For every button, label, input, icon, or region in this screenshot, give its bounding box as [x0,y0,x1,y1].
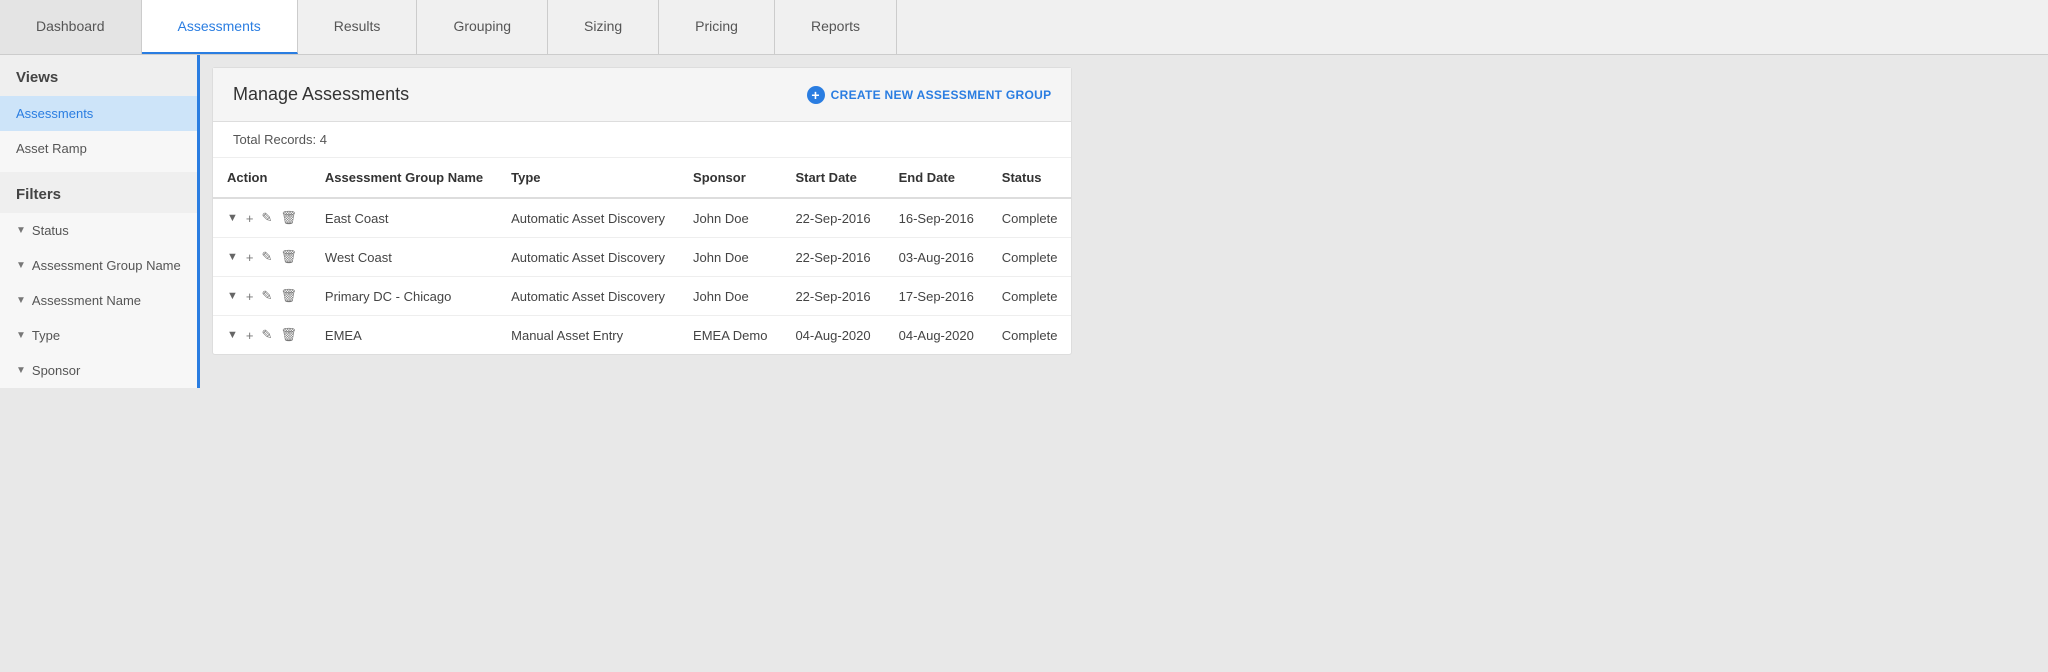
total-records: Total Records: 4 [213,122,1071,158]
end-date-cell-3: 04-Aug-2020 [885,316,988,355]
status-cell-2: Complete [988,277,1072,316]
action-cell-0: ▼ + ✎ 🗑 [213,198,311,238]
add-icon[interactable]: + [246,328,254,343]
type-cell-0: Automatic Asset Discovery [497,198,679,238]
sponsor-cell-0: John Doe [679,198,781,238]
col-start-date: Start Date [781,158,884,198]
panel-title: Manage Assessments [233,84,409,105]
sponsor-cell-3: EMEA Demo [679,316,781,355]
start-date-cell-0: 22-Sep-2016 [781,198,884,238]
filter-item-status[interactable]: ▼ Status [0,213,197,248]
filter-label: Sponsor [32,363,80,378]
assessment-group-name-cell-2: Primary DC - Chicago [311,277,497,316]
filter-item-sponsor[interactable]: ▼ Sponsor [0,353,197,388]
status-cell-0: Complete [988,198,1072,238]
table-row: ▼ + ✎ 🗑 Primary DC - Chicago Automatic A… [213,277,1071,316]
edit-icon[interactable]: ✎ [261,249,272,265]
top-nav: DashboardAssessmentsResultsGroupingSizin… [0,0,2048,55]
delete-icon[interactable]: 🗑 [280,249,297,265]
add-icon[interactable]: + [246,250,254,265]
start-date-cell-2: 22-Sep-2016 [781,277,884,316]
nav-item-results[interactable]: Results [298,0,418,54]
add-icon[interactable]: + [246,211,254,226]
views-header: Views [0,55,197,96]
assessment-group-name-cell-0: East Coast [311,198,497,238]
sidebar-item-assessments[interactable]: Assessments [0,96,197,131]
col-assessment-group-name: Assessment Group Name [311,158,497,198]
plus-circle-icon: + [807,86,825,104]
nav-item-assessments[interactable]: Assessments [142,0,298,54]
filter-arrow-icon: ▼ [16,330,26,341]
end-date-cell-1: 03-Aug-2016 [885,238,988,277]
sponsor-cell-1: John Doe [679,238,781,277]
sidebar-item-asset-ramp[interactable]: Asset Ramp [0,131,197,166]
nav-item-grouping[interactable]: Grouping [417,0,548,54]
create-new-assessment-group-button[interactable]: + CREATE NEW ASSESSMENT GROUP [807,86,1052,104]
filters-header: Filters [0,172,197,213]
nav-item-reports[interactable]: Reports [775,0,897,54]
col-action: Action [213,158,311,198]
filter-item-type[interactable]: ▼ Type [0,318,197,353]
sponsor-cell-2: John Doe [679,277,781,316]
end-date-cell-0: 16-Sep-2016 [885,198,988,238]
edit-icon[interactable]: ✎ [261,210,272,226]
status-cell-3: Complete [988,316,1072,355]
nav-item-pricing[interactable]: Pricing [659,0,775,54]
col-sponsor: Sponsor [679,158,781,198]
edit-icon[interactable]: ✎ [261,327,272,343]
type-cell-3: Manual Asset Entry [497,316,679,355]
filter-arrow-icon: ▼ [16,295,26,306]
status-cell-1: Complete [988,238,1072,277]
delete-icon[interactable]: 🗑 [280,210,297,226]
filter-label: Assessment Name [32,293,141,308]
filter-label: Assessment Group Name [32,258,181,273]
filter-label: Status [32,223,69,238]
filter-item-assessment-group-name[interactable]: ▼ Assessment Group Name [0,248,197,283]
action-cell-2: ▼ + ✎ 🗑 [213,277,311,316]
manage-assessments-panel: Manage Assessments + CREATE NEW ASSESSME… [212,67,1072,355]
table-row: ▼ + ✎ 🗑 EMEA Manual Asset Entry EMEA Dem… [213,316,1071,355]
filter-arrow-icon: ▼ [16,225,26,236]
table-header: Action Assessment Group Name Type Sponso… [213,158,1071,198]
chevron-down-icon[interactable]: ▼ [227,290,238,302]
filter-item-assessment-name[interactable]: ▼ Assessment Name [0,283,197,318]
filter-arrow-icon: ▼ [16,260,26,271]
delete-icon[interactable]: 🗑 [280,327,297,343]
edit-icon[interactable]: ✎ [261,288,272,304]
nav-item-sizing[interactable]: Sizing [548,0,659,54]
col-status: Status [988,158,1072,198]
start-date-cell-1: 22-Sep-2016 [781,238,884,277]
chevron-down-icon[interactable]: ▼ [227,329,238,341]
create-button-label: CREATE NEW ASSESSMENT GROUP [831,88,1052,102]
chevron-down-icon[interactable]: ▼ [227,212,238,224]
filter-label: Type [32,328,60,343]
assessment-group-name-cell-1: West Coast [311,238,497,277]
col-end-date: End Date [885,158,988,198]
assessments-table: Action Assessment Group Name Type Sponso… [213,158,1071,354]
add-icon[interactable]: + [246,289,254,304]
table-row: ▼ + ✎ 🗑 East Coast Automatic Asset Disco… [213,198,1071,238]
type-cell-2: Automatic Asset Discovery [497,277,679,316]
nav-item-dashboard[interactable]: Dashboard [0,0,142,54]
filter-arrow-icon: ▼ [16,365,26,376]
table-row: ▼ + ✎ 🗑 West Coast Automatic Asset Disco… [213,238,1071,277]
main-content: Manage Assessments + CREATE NEW ASSESSME… [200,55,1084,671]
action-cell-3: ▼ + ✎ 🗑 [213,316,311,355]
chevron-down-icon[interactable]: ▼ [227,251,238,263]
end-date-cell-2: 17-Sep-2016 [885,277,988,316]
sidebar: Views AssessmentsAsset Ramp Filters ▼ Sta… [0,55,200,671]
panel-header: Manage Assessments + CREATE NEW ASSESSME… [213,68,1071,122]
delete-icon[interactable]: 🗑 [280,288,297,304]
assessment-group-name-cell-3: EMEA [311,316,497,355]
type-cell-1: Automatic Asset Discovery [497,238,679,277]
col-type: Type [497,158,679,198]
action-cell-1: ▼ + ✎ 🗑 [213,238,311,277]
start-date-cell-3: 04-Aug-2020 [781,316,884,355]
